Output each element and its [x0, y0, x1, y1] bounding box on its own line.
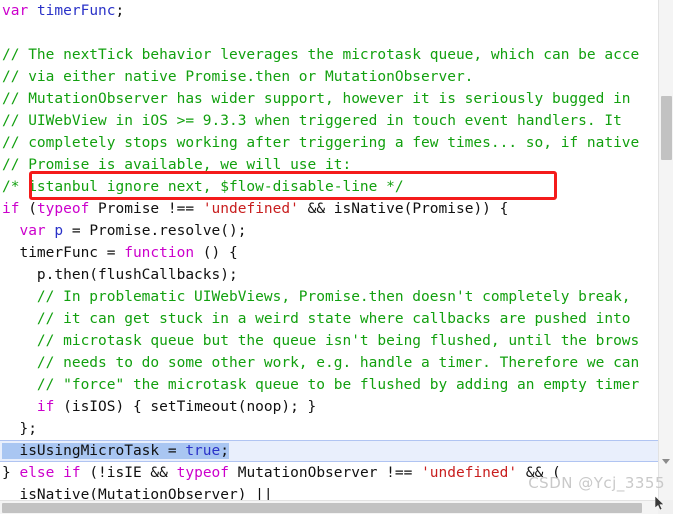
code-token: var [19, 223, 46, 239]
code-token: MutationObserver !== [229, 465, 422, 481]
code-token: // MutationObserver has wider support, h… [2, 91, 631, 107]
code-token: // it can get stuck in a weird state whe… [2, 311, 631, 327]
code-token: 'undefined' [421, 465, 518, 481]
code-line: var p = Promise.resolve(); [0, 220, 658, 242]
code-token: // "force" the microtask queue to be flu… [2, 377, 640, 393]
code-token: p [54, 223, 64, 239]
code-lines-container: var timerFunc; // The nextTick behavior … [0, 0, 658, 500]
code-token: && ( [517, 465, 561, 481]
code-token: if [2, 201, 20, 217]
code-line: // completely stops working after trigge… [0, 132, 658, 154]
code-token: isNative(MutationObserver) || [2, 487, 273, 500]
code-token: = Promise.resolve(); [63, 223, 247, 239]
code-token: ( [19, 201, 37, 217]
code-token: timerFunc = [2, 245, 125, 261]
code-token: && isNative(Promise)) { [298, 201, 509, 217]
code-token: ; [115, 3, 125, 19]
code-line: // MutationObserver has wider support, h… [0, 88, 658, 110]
code-token: function [124, 245, 195, 261]
code-token: typeof [176, 465, 230, 481]
code-token: isUsingMicroTask = [2, 443, 186, 459]
code-token: // The nextTick behavior leverages the m… [2, 47, 640, 63]
code-line: } else if (!isIE && typeof MutationObser… [0, 462, 658, 484]
code-token: }; [2, 421, 37, 437]
mouse-pointer-cursor [655, 496, 665, 511]
code-line: // microtask queue but the queue isn't b… [0, 330, 658, 352]
vertical-scrollbar[interactable] [658, 0, 673, 500]
code-line: p.then(flushCallbacks); [0, 264, 658, 286]
code-line: timerFunc = function () { [0, 242, 658, 264]
code-line: // In problematic UIWebViews, Promise.th… [0, 286, 658, 308]
code-token: true [185, 443, 221, 459]
code-token: p.then(flushCallbacks); [2, 267, 238, 283]
code-token: ; [220, 443, 229, 459]
code-token: var [2, 3, 29, 19]
code-line: // "force" the microtask queue to be flu… [0, 374, 658, 396]
code-line: var timerFunc; [0, 0, 658, 22]
vertical-scrollbar-thumb[interactable] [661, 96, 672, 160]
code-token: () { [194, 245, 238, 261]
code-line: /* istanbul ignore next, $flow-disable-l… [0, 176, 658, 198]
code-line: if (isIOS) { setTimeout(noop); } [0, 396, 658, 418]
horizontal-scrollbar-thumb[interactable] [2, 503, 642, 513]
code-line: // it can get stuck in a weird state whe… [0, 308, 658, 330]
code-token: else [19, 465, 55, 481]
scroll-down-arrow-icon[interactable] [662, 459, 670, 464]
code-token: // Promise is available, we will use it: [2, 157, 352, 173]
code-token: // In problematic UIWebViews, Promise.th… [2, 289, 631, 305]
code-editor-window: var timerFunc; // The nextTick behavior … [0, 0, 673, 514]
code-token: if [63, 465, 81, 481]
code-token: Promise !== [89, 201, 203, 217]
code-token: timerFunc [36, 3, 116, 19]
code-line: }; [0, 418, 658, 440]
code-line: // via either native Promise.then or Mut… [0, 66, 658, 88]
code-token: // UIWebView in iOS >= 9.3.3 when trigge… [2, 113, 622, 129]
code-token: (!isIE && [80, 465, 177, 481]
code-token: } [2, 465, 20, 481]
code-token: /* istanbul ignore next, $flow-disable-l… [2, 179, 404, 195]
code-line: if (typeof Promise !== 'undefined' && is… [0, 198, 658, 220]
code-token: typeof [36, 201, 90, 217]
code-line-current: isUsingMicroTask = true; [0, 440, 658, 462]
code-line: // The nextTick behavior leverages the m… [0, 44, 658, 66]
code-token: // needs to do some other work, e.g. han… [2, 355, 640, 371]
text-selection: isUsingMicroTask = true; [2, 443, 229, 459]
horizontal-scrollbar[interactable] [0, 500, 658, 514]
code-line: // UIWebView in iOS >= 9.3.3 when trigge… [0, 110, 658, 132]
code-text-area[interactable]: var timerFunc; // The nextTick behavior … [0, 0, 658, 500]
code-token: // via either native Promise.then or Mut… [2, 69, 474, 85]
code-line: // Promise is available, we will use it: [0, 154, 658, 176]
code-line: // needs to do some other work, e.g. han… [0, 352, 658, 374]
code-token: (isIOS) { setTimeout(noop); } [54, 399, 317, 415]
code-token: if [36, 399, 55, 415]
code-token: 'undefined' [202, 201, 299, 217]
code-token: // microtask queue but the queue isn't b… [2, 333, 640, 349]
code-token: // completely stops working after trigge… [2, 135, 640, 151]
code-line: isNative(MutationObserver) || [0, 484, 658, 500]
